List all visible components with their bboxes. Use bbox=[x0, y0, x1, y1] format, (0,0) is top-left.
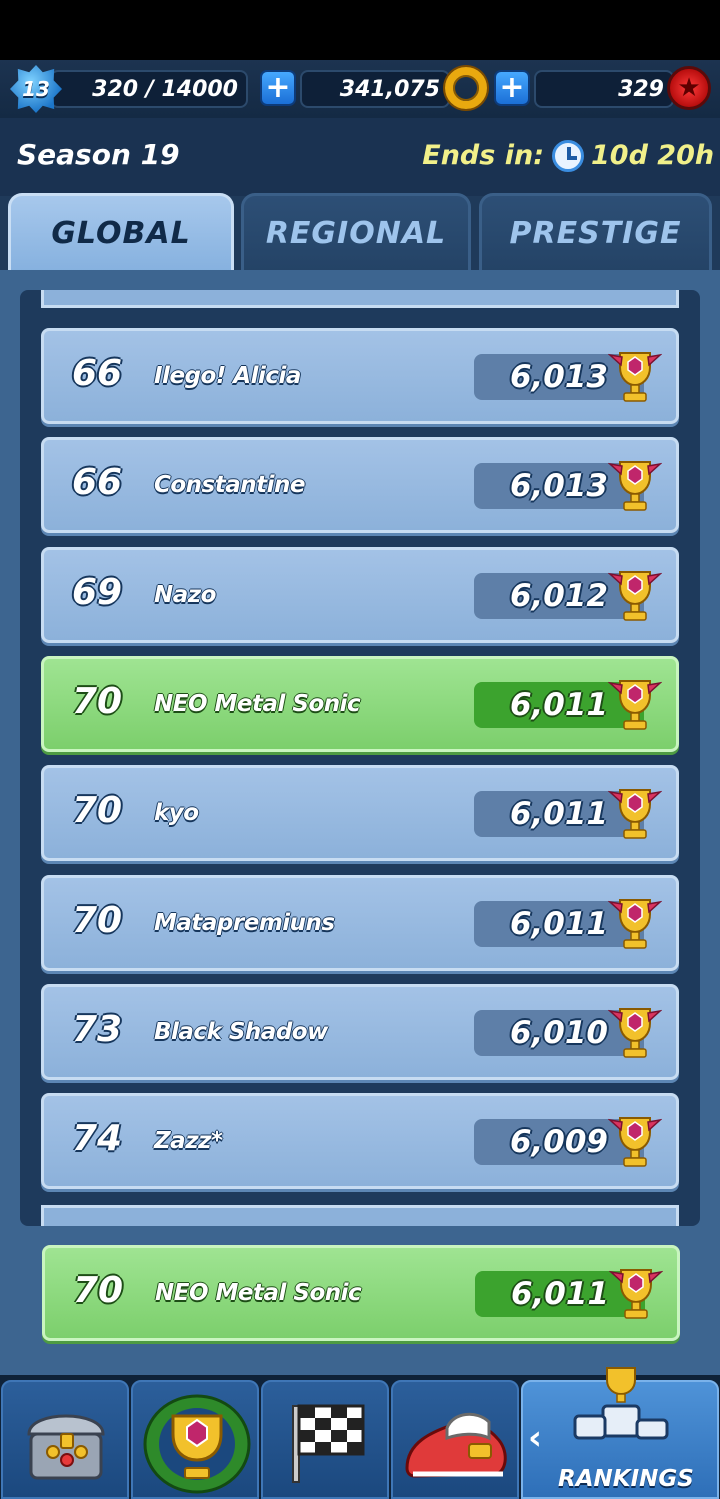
red-star-ring-icon: ★ bbox=[667, 66, 711, 110]
table-row[interactable]: 70 kyo 6,011 bbox=[41, 765, 679, 862]
rank-number: 70 bbox=[73, 1270, 124, 1311]
tab-prestige[interactable]: PRESTIGE bbox=[479, 193, 712, 271]
rings-value: 341,075 bbox=[339, 76, 440, 102]
trophy-icon bbox=[608, 1007, 662, 1058]
treasure-chest-icon bbox=[27, 1414, 105, 1480]
table-row[interactable]: 66 Ilego! Alicia 6,013 bbox=[41, 328, 679, 424]
player-name: NEO Metal Sonic bbox=[154, 690, 361, 717]
rank-number: 70 bbox=[72, 790, 123, 832]
trophy-icon bbox=[608, 570, 662, 621]
tab-regional[interactable]: REGIONAL bbox=[241, 193, 471, 271]
table-row[interactable]: 66 Constantine 6,013 bbox=[41, 437, 679, 534]
trophy-icon bbox=[608, 1117, 662, 1167]
player-name: Zazz* bbox=[154, 1128, 223, 1155]
player-name: Matapremiuns bbox=[154, 909, 335, 936]
xp-value: 320 / 14000 bbox=[92, 76, 238, 102]
player-name: Constantine bbox=[154, 472, 306, 499]
trophy-icon bbox=[608, 789, 662, 839]
table-row-current-player[interactable]: 70 NEO Metal Sonic 6,011 bbox=[41, 655, 679, 752]
score-value: 6,011 bbox=[509, 686, 608, 723]
list-item-partial-top bbox=[41, 290, 679, 308]
status-bar bbox=[0, 0, 720, 60]
player-name: NEO Metal Sonic bbox=[155, 1280, 362, 1306]
season-ends-label: Ends in: bbox=[422, 140, 544, 171]
xp-bar: 320 / 14000 bbox=[50, 70, 248, 108]
tab-regional-label: REGIONAL bbox=[265, 216, 447, 251]
score-value: 6,010 bbox=[509, 1014, 608, 1051]
player-name: Nazo bbox=[154, 581, 216, 608]
score-value: 6,012 bbox=[509, 577, 608, 614]
score-value: 6,013 bbox=[509, 468, 608, 505]
rank-number: 70 bbox=[72, 680, 123, 722]
trophy-icon bbox=[608, 679, 662, 730]
podium-icon bbox=[573, 1367, 669, 1440]
trophy-wreath-icon bbox=[143, 1394, 251, 1494]
player-name: kyo bbox=[154, 800, 199, 827]
buy-red-stars-button[interactable]: + bbox=[494, 70, 530, 106]
trophy-icon bbox=[608, 461, 662, 512]
table-row[interactable]: 74 Zazz* 6,009 bbox=[41, 1093, 679, 1190]
trophy-icon bbox=[609, 1269, 663, 1319]
level-value: 13 bbox=[22, 77, 50, 101]
rank-number: 74 bbox=[72, 1118, 123, 1160]
player-name: Ilego! Alicia bbox=[154, 363, 301, 389]
list-item-partial-bottom bbox=[41, 1205, 679, 1226]
leaderboard-list[interactable]: 66 Ilego! Alicia 6,013 66 Constantine 6,013 69… bbox=[20, 290, 700, 1226]
tab-global[interactable]: GLOBAL bbox=[8, 193, 234, 271]
nav-rankings-label: RANKINGS bbox=[558, 1466, 694, 1492]
rings-counter: 341,075 bbox=[300, 70, 450, 108]
chevron-left-icon[interactable]: ‹ bbox=[528, 1418, 542, 1458]
score-value: 6,011 bbox=[509, 905, 608, 942]
buy-rings-button[interactable]: + bbox=[260, 70, 296, 106]
sneaker-icon bbox=[405, 1412, 507, 1478]
score-value: 6,011 bbox=[510, 1276, 609, 1312]
clock-icon bbox=[552, 140, 584, 172]
red-star-counter: 329 bbox=[534, 70, 674, 108]
ring-icon bbox=[445, 67, 487, 109]
table-row[interactable]: 69 Nazo 6,012 bbox=[41, 546, 679, 643]
rank-number: 66 bbox=[72, 353, 123, 394]
season-title: Season 19 bbox=[17, 138, 180, 171]
rank-number: 66 bbox=[72, 462, 123, 504]
score-value: 6,009 bbox=[509, 1124, 608, 1161]
nav-upgrades-button[interactable] bbox=[391, 1380, 519, 1499]
checkered-flag-icon bbox=[292, 1404, 365, 1483]
tab-global-label: GLOBAL bbox=[51, 216, 191, 251]
trophy-icon bbox=[608, 898, 662, 949]
season-time-left: 10d 20h bbox=[591, 140, 715, 171]
nav-events-button[interactable] bbox=[131, 1380, 259, 1499]
rank-number: 73 bbox=[72, 1008, 123, 1050]
my-rank-row[interactable]: 70 NEO Metal Sonic 6,011 bbox=[42, 1245, 680, 1341]
nav-race-button[interactable] bbox=[261, 1380, 389, 1499]
score-value: 6,013 bbox=[509, 359, 608, 395]
rank-number: 69 bbox=[72, 571, 123, 613]
tab-prestige-label: PRESTIGE bbox=[509, 216, 682, 251]
nav-shop-button[interactable] bbox=[1, 1380, 129, 1499]
red-star-value: 329 bbox=[618, 76, 664, 102]
rank-number: 70 bbox=[72, 899, 123, 941]
player-name: Black Shadow bbox=[154, 1018, 328, 1045]
trophy-icon bbox=[608, 352, 662, 402]
table-row[interactable]: 73 Black Shadow 6,010 bbox=[41, 983, 679, 1080]
score-value: 6,011 bbox=[509, 796, 608, 833]
table-row[interactable]: 70 Matapremiuns 6,011 bbox=[41, 874, 679, 971]
